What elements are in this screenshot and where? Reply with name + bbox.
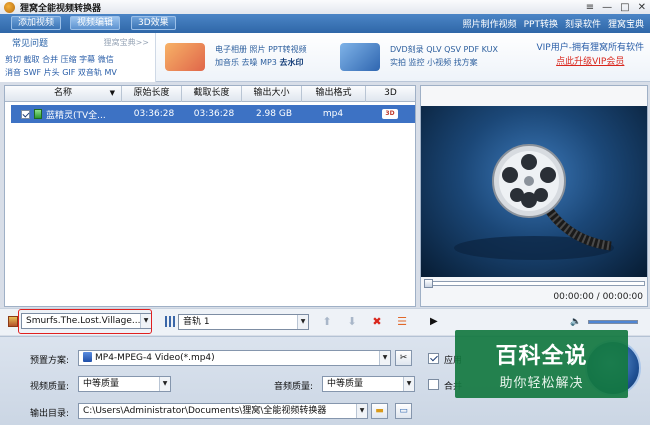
- cell-output-size: 2.98 GB: [255, 109, 293, 119]
- move-up-icon[interactable]: ⬆: [320, 315, 334, 329]
- watermark-subtitle: 助你轻松解决: [499, 376, 584, 391]
- faq-more-link[interactable]: 狸窝宝典>>: [104, 37, 149, 48]
- faq-links-row-2[interactable]: 消音 SWF 片头 GIF 双音轨 MV: [5, 67, 117, 78]
- col-output-size[interactable]: 输出大小: [242, 86, 302, 102]
- watermark-overlay: 百科全说 助你轻松解决: [455, 330, 628, 398]
- title-bar: 狸窝全能视频转换器 ≡ — □ ✕: [0, 0, 650, 14]
- open-folder-button[interactable]: ▬: [371, 403, 388, 419]
- subtitle-icon: [8, 316, 18, 327]
- video-quality-select[interactable]: 中等质量 ▼: [78, 376, 171, 392]
- audio-quality-select[interactable]: 中等质量 ▼: [322, 376, 415, 392]
- link-ppt-convert[interactable]: PPT转换: [524, 17, 558, 30]
- video-quality-label: 视频质量:: [30, 382, 70, 392]
- col-3d[interactable]: 3D: [366, 86, 415, 102]
- promo-banner: 常见问题 狸窝宝典>> 剪切 截取 合并 压缩 字幕 微信 消音 SWF 片头 …: [0, 33, 650, 82]
- menu-icon[interactable]: ≡: [586, 2, 594, 13]
- watermark-title: 百科全说: [495, 344, 588, 369]
- promo-dvd-burn[interactable]: DVD刻录 QLV QSV PDF KUX 实拍 监控 小视频 找方案: [390, 43, 498, 69]
- ppt-promo-icon[interactable]: [165, 43, 205, 71]
- faq-panel: 常见问题 狸窝宝典>> 剪切 截取 合并 压缩 字幕 微信 消音 SWF 片头 …: [0, 33, 156, 82]
- audio-track-select[interactable]: 音轨 1 ▼: [178, 314, 309, 330]
- chevron-down-icon[interactable]: ▼: [379, 351, 390, 365]
- list-settings-icon[interactable]: ☰: [395, 315, 409, 329]
- cell-clip-length: 03:36:28: [193, 109, 235, 119]
- video-file-icon: [34, 109, 42, 119]
- film-reel-icon: [454, 144, 614, 260]
- audio-track-icon: [165, 316, 177, 327]
- col-clip-length[interactable]: 截取长度: [182, 86, 242, 102]
- app-logo-icon: [4, 1, 15, 13]
- col-name[interactable]: 名称 ▼: [5, 86, 122, 102]
- dvd-promo-icon[interactable]: [340, 43, 380, 71]
- play-icon[interactable]: ▶: [430, 316, 438, 327]
- link-burn-software[interactable]: 刻录软件: [565, 17, 601, 30]
- close-icon[interactable]: ✕: [638, 2, 646, 13]
- link-liwo-guide[interactable]: 狸窝宝典: [608, 17, 644, 30]
- mp4-format-icon: [83, 352, 92, 362]
- chevron-down-icon[interactable]: ▼: [356, 404, 367, 418]
- cell-name: 蓝精灵(TV全...: [46, 110, 106, 121]
- timecode: 00:00:00 / 00:00:00: [553, 292, 643, 302]
- col-original-length[interactable]: 原始长度: [122, 86, 182, 102]
- playback-progress: 00:00:00 / 00:00:00: [420, 277, 648, 307]
- move-down-icon[interactable]: ⬇: [345, 315, 359, 329]
- merge-checkbox[interactable]: [428, 379, 439, 390]
- window-controls: ≡ — □ ✕: [586, 0, 646, 14]
- seek-bar[interactable]: [424, 279, 645, 288]
- col-output-format[interactable]: 输出格式: [302, 86, 366, 102]
- faq-links-row-1[interactable]: 剪切 截取 合并 压缩 字幕 微信: [5, 54, 114, 65]
- 3d-badge-icon[interactable]: 3D: [382, 109, 398, 119]
- chevron-down-icon[interactable]: ▼: [297, 315, 308, 329]
- output-dir-select[interactable]: C:\Users\Administrator\Documents\狸窝\全能视频…: [78, 403, 368, 419]
- seek-handle[interactable]: [424, 279, 433, 288]
- menu-bar: 添加视频 视频编辑 3D效果 照片制作视频 PPT转换 刻录软件 狸窝宝典: [0, 14, 650, 33]
- cell-original-length: 03:36:28: [133, 109, 175, 119]
- video-preview: [421, 106, 647, 277]
- vip-promo: VIP用户-拥有狸窝所有软件 点此升级VIP会员: [537, 41, 645, 69]
- window-title: 狸窝全能视频转换器: [20, 3, 102, 14]
- preset-label: 预置方案:: [30, 356, 70, 366]
- sort-arrow-icon: ▼: [109, 89, 115, 97]
- tab-video-edit[interactable]: 视频编辑: [70, 16, 121, 30]
- tab-3d-effect[interactable]: 3D效果: [131, 16, 176, 30]
- promo-photo-ppt[interactable]: 电子相册 照片 PPT转视频 加音乐 去噪 MP3 去水印: [215, 43, 307, 69]
- vip-upgrade-link[interactable]: 点此升级VIP会员: [537, 55, 645, 69]
- preview-panel: [420, 85, 648, 277]
- audio-quality-label: 音频质量:: [274, 382, 314, 392]
- preset-select[interactable]: MP4-MPEG-4 Video(*.mp4) ▼: [78, 350, 391, 366]
- table-header: 名称 ▼ 原始长度 截取长度 输出大小 输出格式 3D: [5, 86, 415, 102]
- tab-add-video[interactable]: 添加视频: [11, 16, 62, 30]
- output-dir-label: 输出目录:: [30, 409, 70, 419]
- top-links: 照片制作视频 PPT转换 刻录软件 狸窝宝典: [463, 17, 644, 30]
- faq-title: 常见问题: [12, 39, 49, 49]
- row-checkbox[interactable]: [21, 109, 30, 119]
- link-photo-video[interactable]: 照片制作视频: [463, 17, 517, 30]
- volume-icon[interactable]: 🔈: [570, 317, 581, 327]
- vip-text: VIP用户-拥有狸窝所有软件: [536, 43, 645, 53]
- minimize-icon[interactable]: —: [602, 2, 612, 13]
- cell-output-format: mp4: [322, 109, 344, 119]
- chevron-down-icon[interactable]: ▼: [403, 377, 414, 391]
- chevron-down-icon[interactable]: ▼: [159, 377, 170, 391]
- maximize-icon[interactable]: □: [620, 2, 629, 13]
- preview-header: [421, 86, 647, 106]
- volume-slider[interactable]: [588, 320, 638, 324]
- apply-all-checkbox[interactable]: [428, 353, 439, 364]
- table-row[interactable]: 蓝精灵(TV全... 03:36:28 03:36:28 2.98 GB mp4…: [11, 105, 415, 123]
- delete-icon[interactable]: ✖: [370, 315, 384, 329]
- preset-settings-button[interactable]: ✂: [395, 350, 412, 366]
- highlight-annotation: [18, 309, 152, 334]
- file-list: 名称 ▼ 原始长度 截取长度 输出大小 输出格式 3D 蓝精灵(TV全... 0…: [4, 85, 416, 307]
- browse-folder-button[interactable]: ▭: [395, 403, 412, 419]
- track-toolbar: Smurfs.The.Lost.Village... ▼ 音轨 1 ▼ ⬆ ⬇ …: [0, 308, 420, 335]
